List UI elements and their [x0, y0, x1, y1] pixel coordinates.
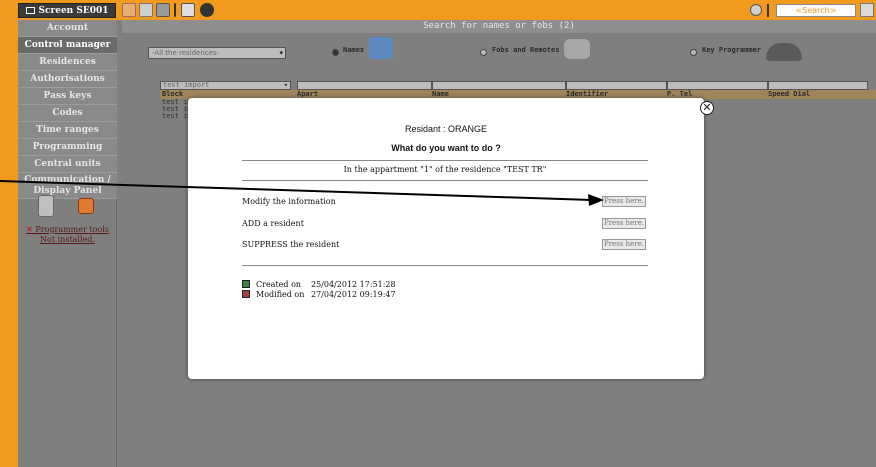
arrow-head [588, 194, 604, 206]
app-window: Screen SE001 <Search> Account Control ma… [0, 0, 876, 467]
arrow-line [0, 180, 593, 201]
annotation-arrow [0, 180, 604, 206]
